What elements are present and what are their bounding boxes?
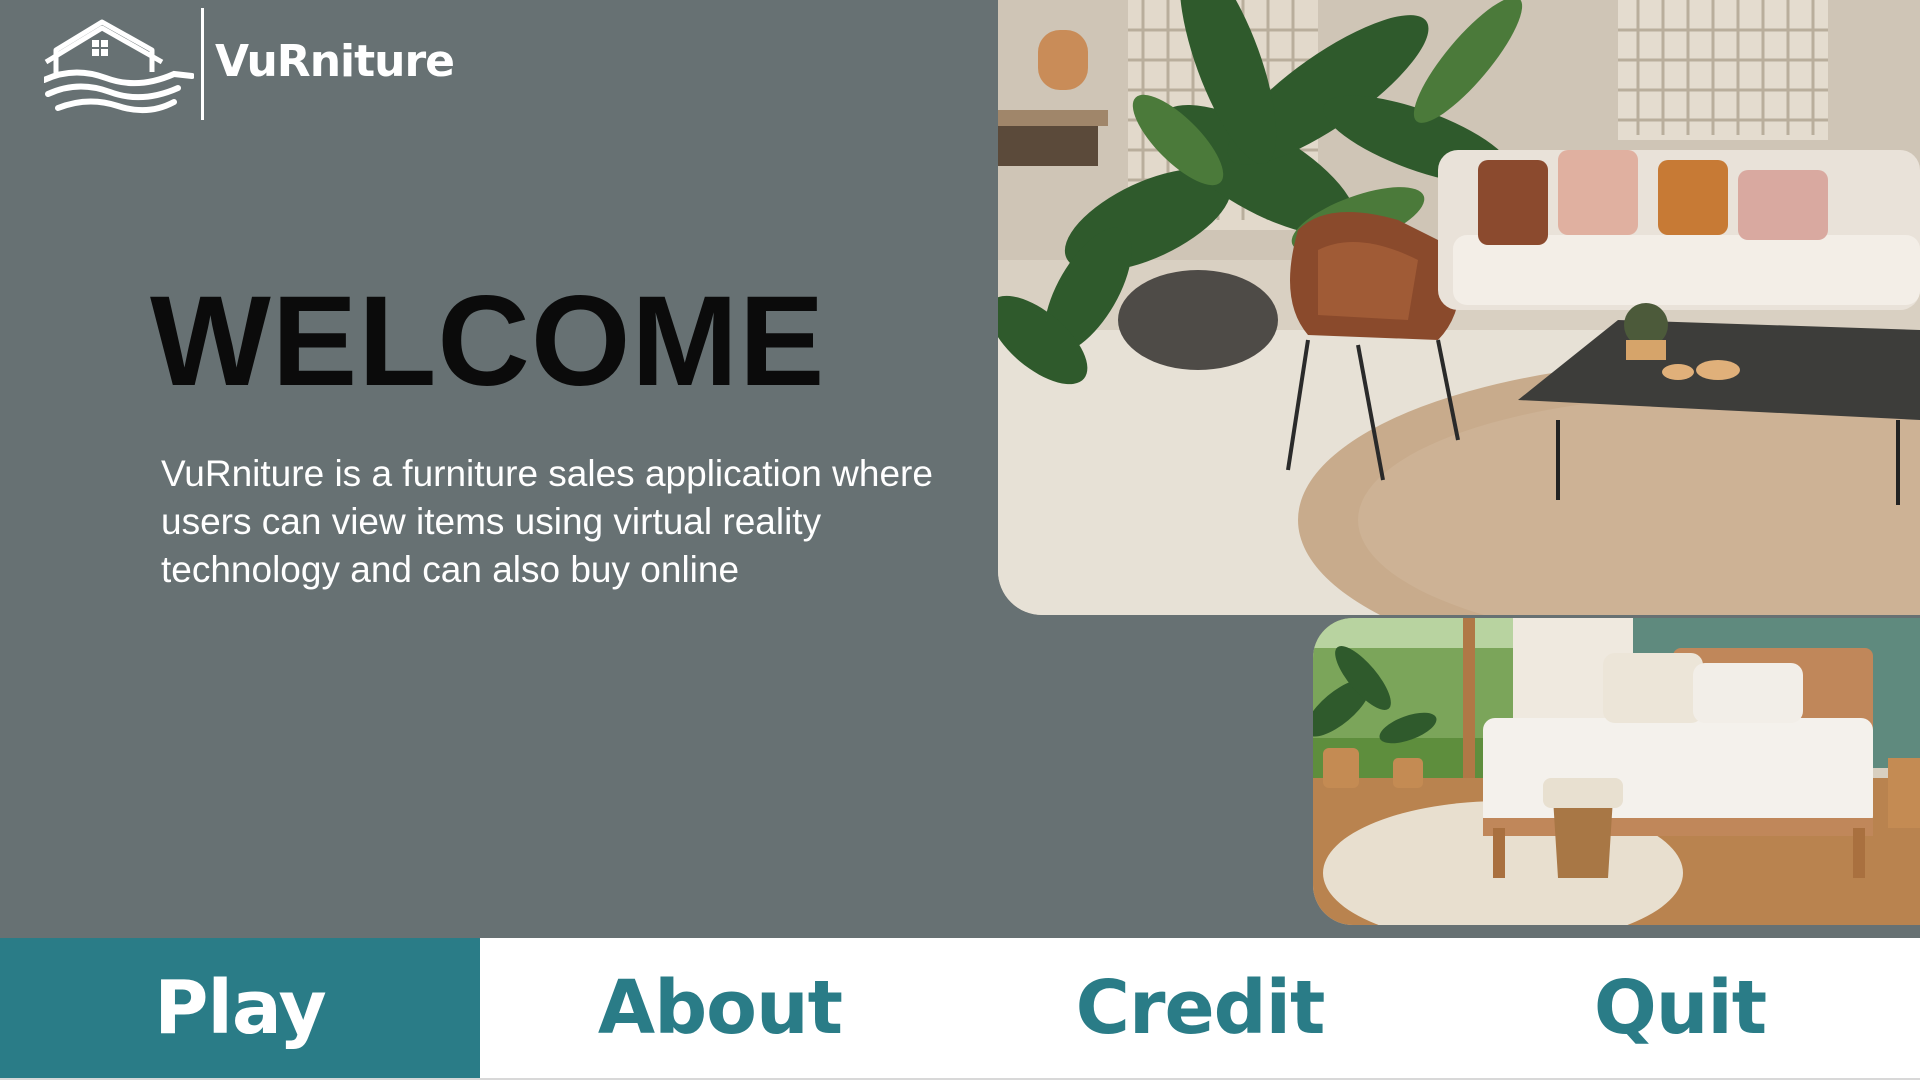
logo: VuRniture [44,8,455,123]
logo-divider [201,8,204,120]
house-waves-icon [44,19,194,114]
quit-button[interactable]: Quit [1440,938,1920,1078]
welcome-title: WELCOME [150,270,826,413]
brand-name: VuRniture [215,36,455,87]
living-room-photo [998,0,1920,615]
main-menu: Play About Credit Quit [0,938,1920,1080]
play-button[interactable]: Play [0,938,480,1078]
credit-button[interactable]: Credit [960,938,1440,1078]
about-button[interactable]: About [480,938,960,1078]
welcome-description: VuRniture is a furniture sales applicati… [161,453,933,590]
bedroom-photo [1313,618,1920,925]
main-panel: VuRniture WELCOME VuRniture is a furnitu… [0,0,1920,938]
